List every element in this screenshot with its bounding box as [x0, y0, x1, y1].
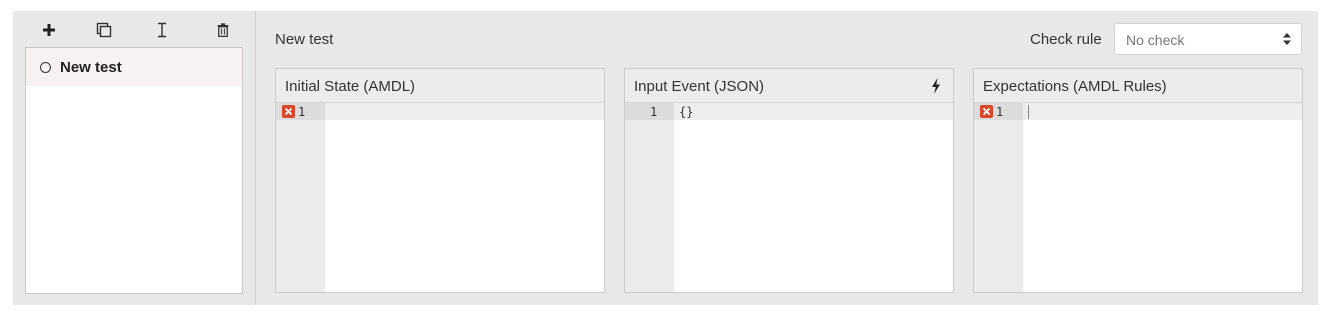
line-number: 1 [298, 105, 306, 119]
app-frame: New test New test Check rule No check In… [13, 11, 1318, 305]
error-marker-icon[interactable] [980, 105, 993, 118]
rename-cursor-icon [158, 22, 166, 38]
line-number: 1 [650, 105, 658, 119]
code-editor[interactable] [674, 103, 953, 292]
error-marker-icon[interactable] [282, 105, 295, 118]
test-sidebar: New test [13, 11, 255, 305]
input-event-panel: Input Event (JSON) 1 {} [624, 68, 954, 293]
trash-icon [217, 23, 229, 37]
expectations-panel: Expectations (AMDL Rules) 1 [973, 68, 1303, 293]
editor-gutter [625, 103, 674, 292]
editor-gutter [276, 103, 325, 292]
test-name: New test [60, 58, 122, 76]
panel-title: Input Event (JSON) [634, 78, 765, 95]
initial-state-panel: Initial State (AMDL) 1 [275, 68, 605, 293]
line-number: 1 [996, 105, 1004, 119]
test-list-item[interactable]: New test [26, 48, 242, 86]
select-arrows-icon [1283, 33, 1291, 45]
bolt-icon[interactable] [931, 78, 941, 94]
test-editor: New test Check rule No check Initial Sta… [256, 11, 1318, 305]
panel-title: Expectations (AMDL Rules) [983, 78, 1167, 95]
test-toolbar [25, 11, 255, 47]
panel-title: Initial State (AMDL) [285, 78, 416, 95]
code-editor[interactable] [325, 103, 604, 292]
panel-header: Expectations (AMDL Rules) [974, 69, 1302, 103]
add-test-button[interactable] [38, 19, 60, 41]
editor-gutter [974, 103, 1023, 292]
panel-header: Initial State (AMDL) [276, 69, 604, 103]
check-rule-value: No check [1126, 32, 1185, 48]
page-title: New test [275, 31, 334, 48]
check-rule-select[interactable]: No check [1114, 23, 1302, 55]
duplicate-test-button[interactable] [93, 19, 115, 41]
code-editor[interactable] [1023, 103, 1302, 292]
test-radio[interactable] [40, 61, 51, 73]
delete-test-button[interactable] [212, 19, 234, 41]
panel-header: Input Event (JSON) [625, 69, 953, 103]
duplicate-icon [96, 22, 112, 38]
rename-test-button[interactable] [151, 19, 173, 41]
check-rule-label: Check rule [1030, 31, 1102, 48]
test-list: New test [25, 47, 243, 294]
plus-icon [43, 24, 55, 36]
